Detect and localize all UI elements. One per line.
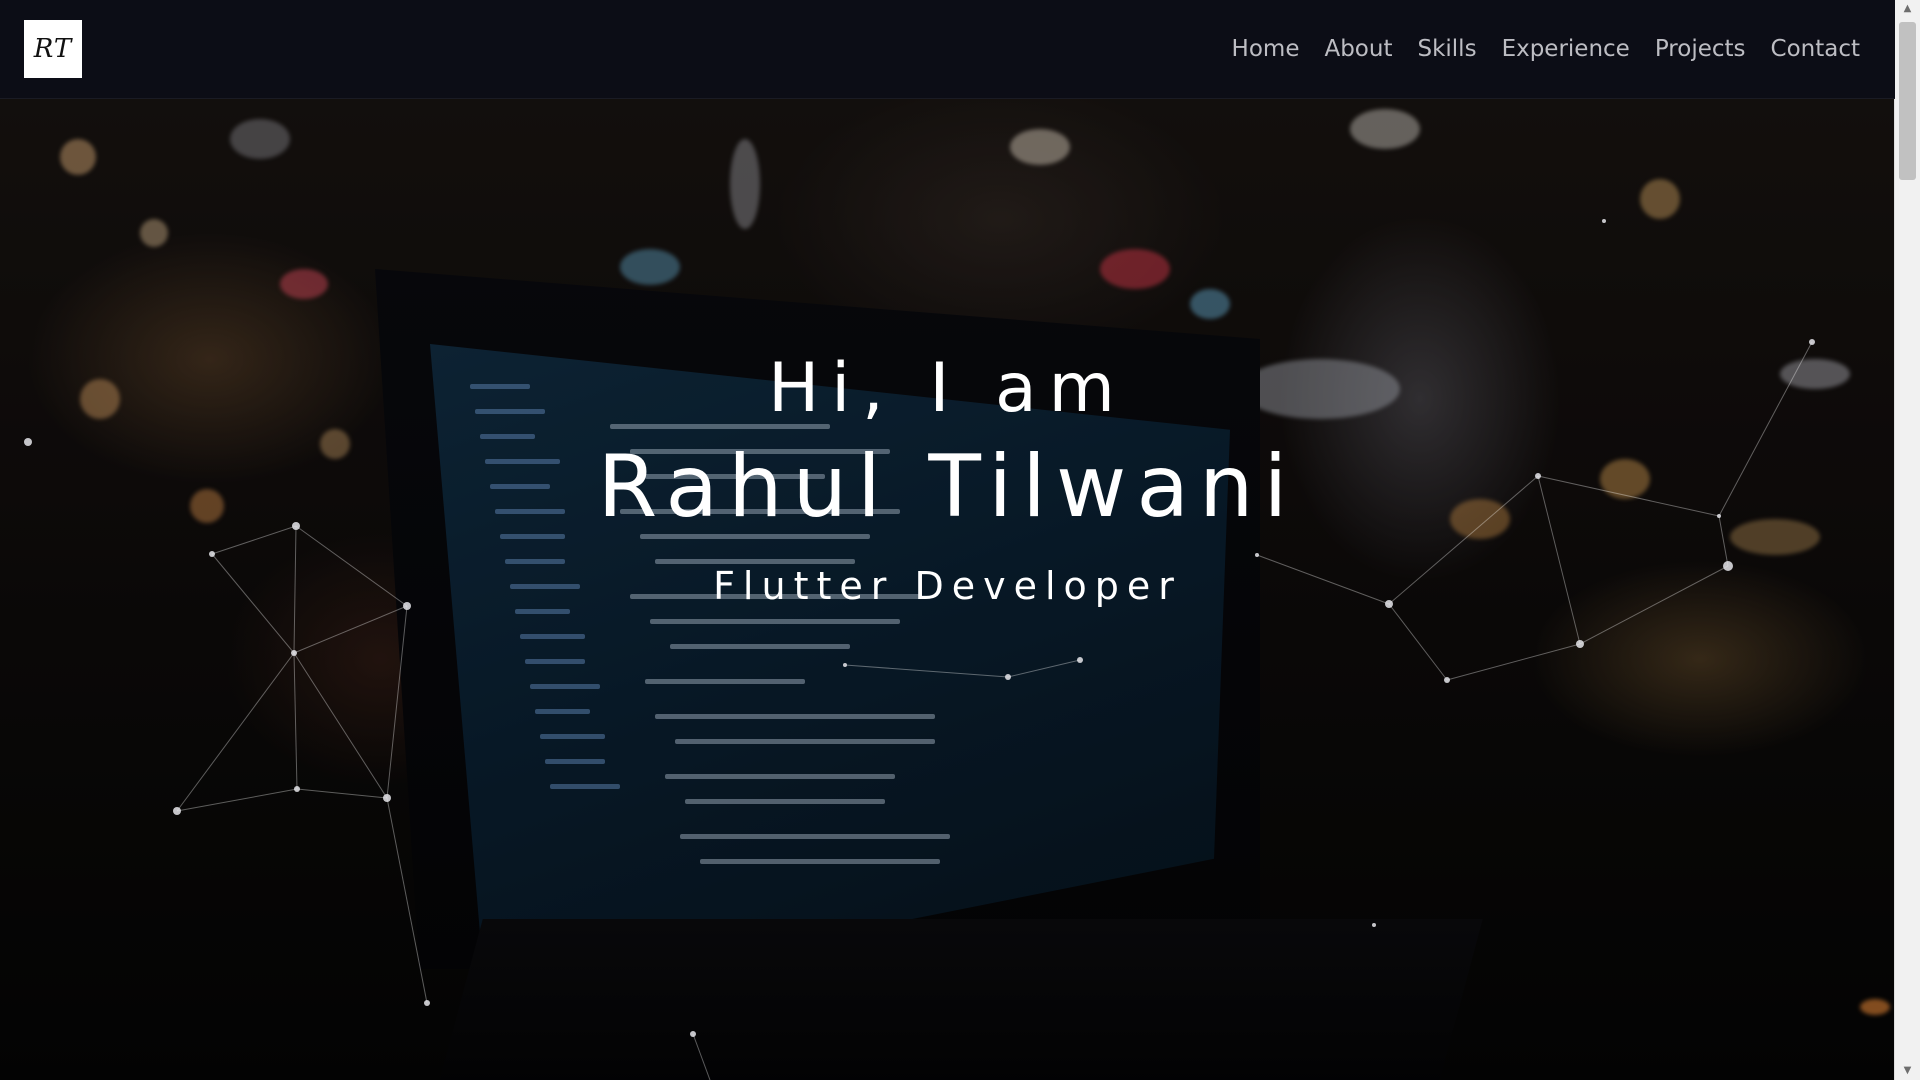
nav-link-about[interactable]: About: [1324, 36, 1392, 62]
hero-role: Flutter Developer: [713, 564, 1182, 608]
nav-link-contact[interactable]: Contact: [1771, 36, 1860, 62]
nav-link-experience[interactable]: Experience: [1502, 36, 1630, 62]
scrollbar-thumb[interactable]: [1899, 22, 1916, 180]
scroll-down-icon[interactable]: ▼: [1895, 1062, 1920, 1080]
hero-section: Hi, I am Rahul Tilwani Flutter Developer: [0, 99, 1895, 1080]
nav-link-projects[interactable]: Projects: [1655, 36, 1746, 62]
scrollbar[interactable]: ▲ ▼: [1894, 0, 1920, 1080]
scroll-up-icon[interactable]: ▲: [1895, 0, 1920, 18]
logo[interactable]: RT: [24, 20, 82, 78]
hero-name: Rahul Tilwani: [597, 437, 1298, 537]
nav-menu: Home About Skills Experience Projects Co…: [1232, 0, 1860, 98]
navbar: RT Home About Skills Experience Projects…: [0, 0, 1895, 99]
nav-link-skills[interactable]: Skills: [1417, 36, 1476, 62]
nav-link-home[interactable]: Home: [1232, 36, 1300, 62]
hero-greeting: Hi, I am: [768, 349, 1127, 428]
